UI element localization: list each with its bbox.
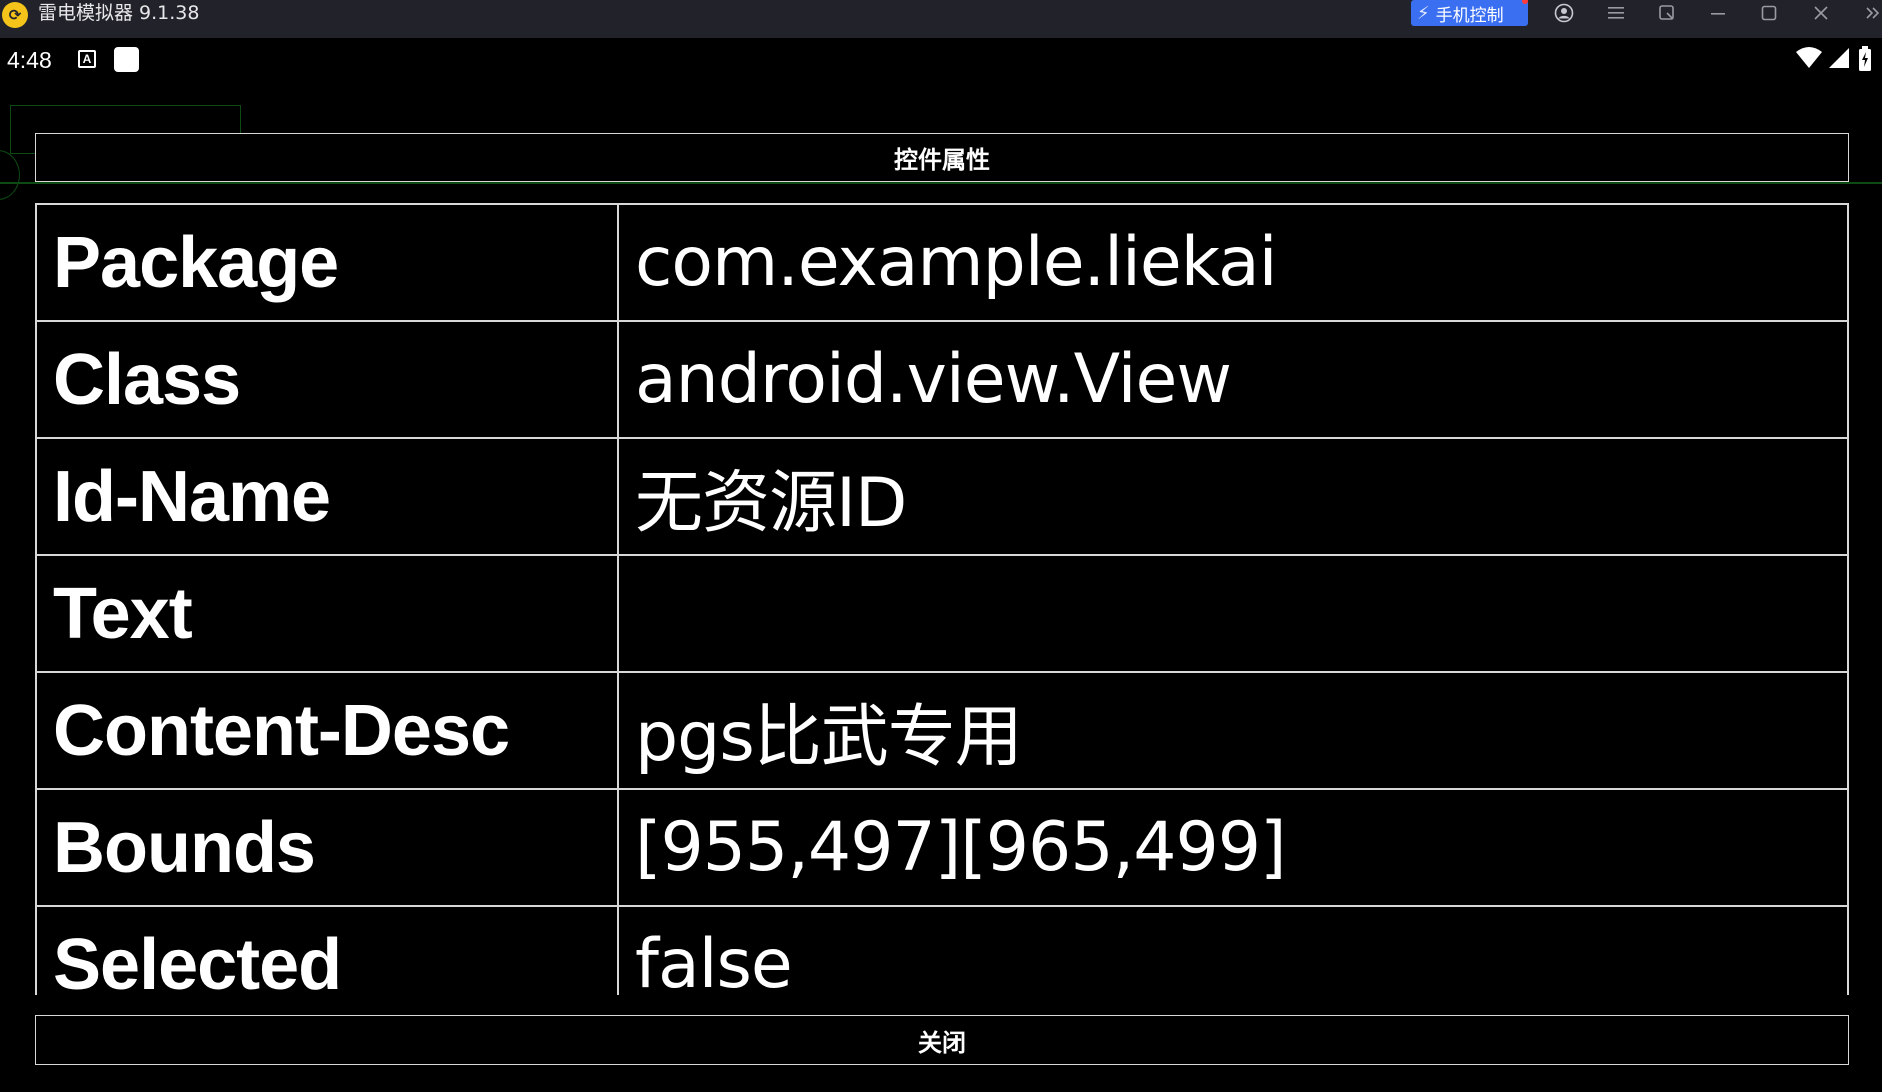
wifi-icon <box>1795 46 1823 74</box>
property-value: pgs比武专用 <box>617 671 1849 790</box>
user-icon[interactable] <box>1548 0 1580 26</box>
emulator-titlebar: ⟳ 雷电模拟器 9.1.38 ⚡ 手机控制 <box>0 0 1882 38</box>
lightning-icon: ⚡ <box>1417 2 1430 24</box>
property-value: com.example.liekai <box>617 203 1849 322</box>
notification-dot <box>1522 0 1528 4</box>
properties-scroll-area[interactable]: Package com.example.liekai Class android… <box>35 203 1849 995</box>
table-row: Content-Desc pgs比武专用 <box>35 671 1849 790</box>
close-button[interactable]: 关闭 <box>35 1015 1849 1065</box>
dialog-title: 控件属性 <box>35 133 1849 182</box>
property-value: android.view.View <box>617 320 1849 439</box>
menu-icon[interactable] <box>1600 0 1632 26</box>
close-icon[interactable] <box>1805 0 1837 26</box>
property-value: false <box>617 905 1849 995</box>
property-value: [955,497][965,499] <box>617 788 1849 907</box>
property-key: Content-Desc <box>35 671 619 790</box>
minimize-icon[interactable] <box>1702 0 1734 26</box>
property-key: Selected <box>35 905 619 995</box>
emulator-window: ⟳ 雷电模拟器 9.1.38 ⚡ 手机控制 4:48 A 控件属性 Packag… <box>0 0 1882 1092</box>
table-row: Id-Name 无资源ID <box>35 437 1849 556</box>
app-title: 雷电模拟器 9.1.38 <box>38 2 200 24</box>
property-key: Bounds <box>35 788 619 907</box>
rotate-icon[interactable] <box>1651 0 1683 26</box>
table-row: Class android.view.View <box>35 320 1849 439</box>
phone-control-button[interactable]: ⚡ 手机控制 <box>1411 0 1528 26</box>
notification-square-icon <box>114 47 139 72</box>
signal-icon <box>1828 46 1850 74</box>
keyboard-a-icon: A <box>78 50 96 68</box>
property-value: 无资源ID <box>617 437 1849 556</box>
phone-control-label: 手机控制 <box>1435 5 1504 26</box>
app-logo-icon: ⟳ <box>2 2 28 28</box>
android-statusbar: 4:48 A <box>0 38 1882 82</box>
property-value <box>617 554 1849 673</box>
status-time: 4:48 <box>7 47 52 73</box>
overlay-outline <box>0 150 20 200</box>
table-row: Text <box>35 554 1849 673</box>
property-key: Text <box>35 554 619 673</box>
table-row: Bounds [955,497][965,499] <box>35 788 1849 907</box>
table-row: Package com.example.liekai <box>35 203 1849 322</box>
collapse-icon[interactable] <box>1856 0 1882 26</box>
properties-table: Package com.example.liekai Class android… <box>35 203 1849 995</box>
property-key: Package <box>35 203 619 322</box>
overlay-outline <box>0 182 1882 184</box>
property-key: Id-Name <box>35 437 619 556</box>
property-key: Class <box>35 320 619 439</box>
battery-icon <box>1858 46 1872 76</box>
maximize-icon[interactable] <box>1753 0 1785 26</box>
table-row: Selected false <box>35 905 1849 995</box>
